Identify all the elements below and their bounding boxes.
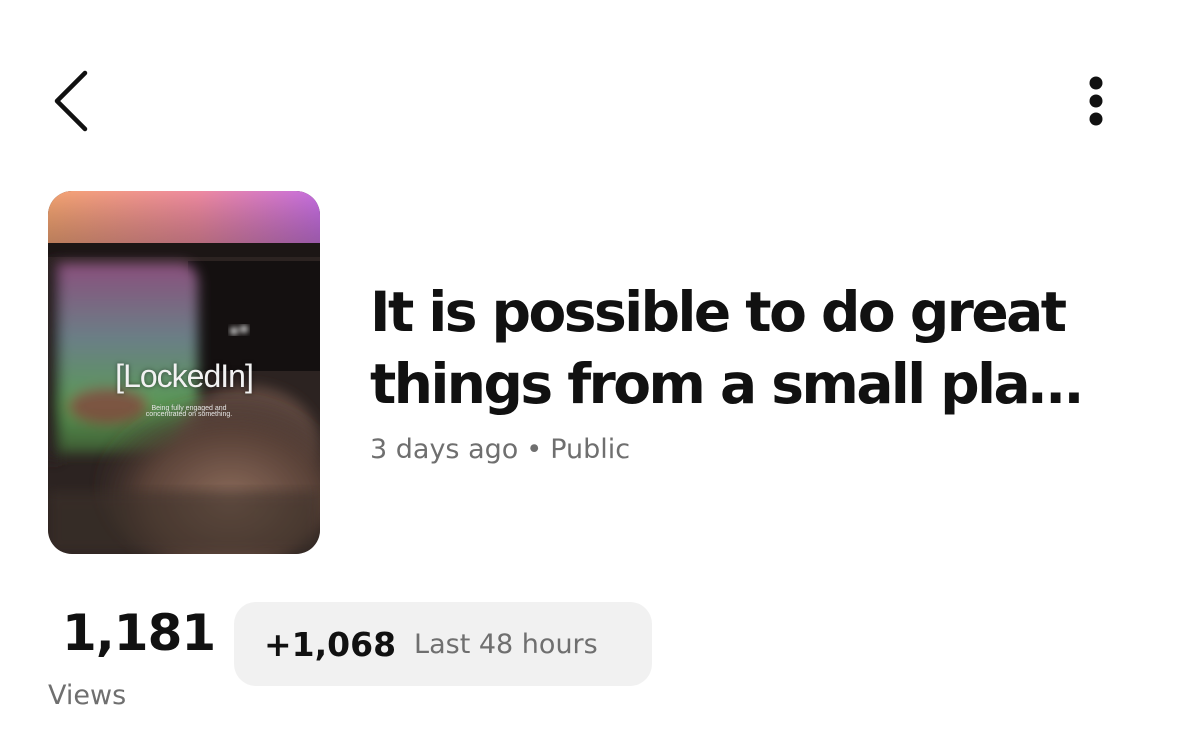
views-count: 1,181 — [62, 604, 216, 662]
chevron-left-icon — [54, 70, 88, 132]
views-delta-period: Last 48 hours — [414, 628, 598, 660]
thumbnail-caption: Being fully engaged and concentrated on … — [145, 405, 233, 418]
more-options-button[interactable] — [1074, 70, 1118, 132]
post-thumbnail[interactable]: [LockedIn] Being fully engaged and conce… — [48, 191, 320, 554]
meta-separator: • — [526, 434, 543, 465]
post-title: It is possible to do great things from a… — [370, 280, 1083, 416]
views-delta-value: +1,068 — [264, 624, 397, 664]
post-meta: 3 days ago • Public — [370, 434, 630, 465]
thumbnail-brand-text: [LockedIn] — [115, 358, 254, 394]
post-insights-screen: [LockedIn] Being fully engaged and conce… — [0, 0, 1178, 754]
views-delta-badge: +1,068 Last 48 hours — [234, 602, 652, 686]
back-button[interactable] — [48, 66, 96, 136]
post-visibility: Public — [550, 434, 631, 465]
vertical-ellipsis-icon — [1089, 76, 1103, 126]
views-label: Views — [48, 680, 127, 711]
post-time: 3 days ago — [370, 434, 519, 465]
